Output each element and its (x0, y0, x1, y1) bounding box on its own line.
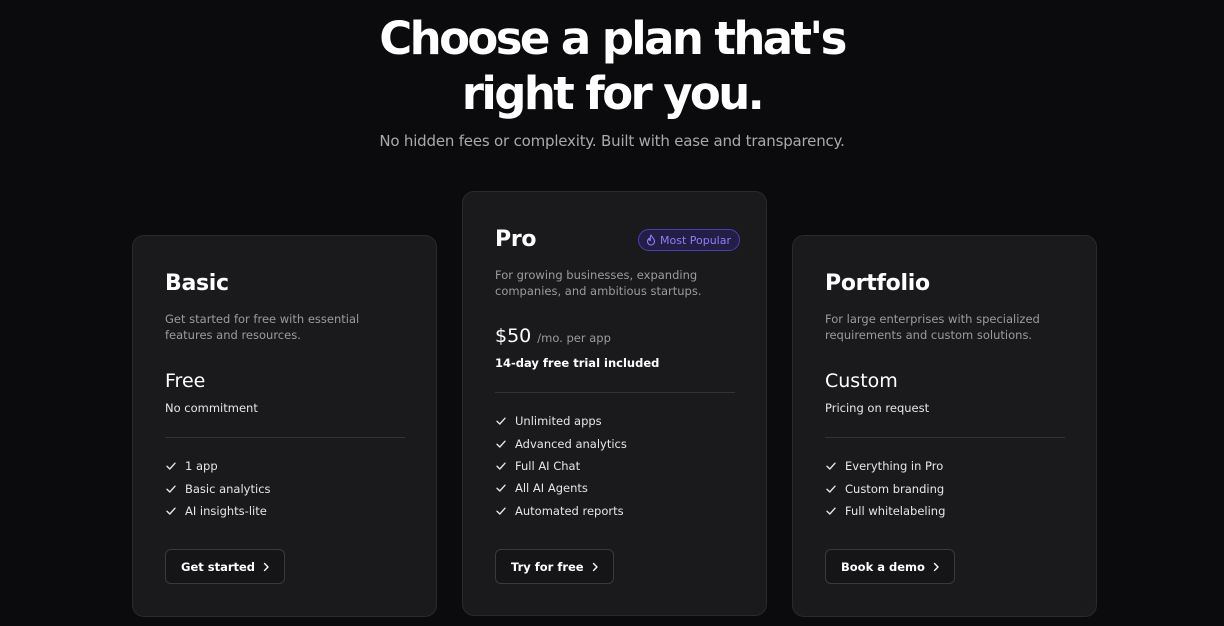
check-icon (165, 460, 177, 472)
feature-item: All AI Agents (495, 477, 627, 499)
feature-item: Advanced analytics (495, 432, 627, 454)
book-a-demo-button[interactable]: Book a demo (825, 549, 955, 584)
feature-label: Everything in Pro (845, 459, 944, 474)
feature-label: Unlimited apps (515, 414, 602, 429)
feature-label: Basic analytics (185, 481, 271, 496)
feature-item: Unlimited apps (495, 410, 627, 432)
feature-label: Advanced analytics (515, 436, 627, 451)
chevron-right-icon (262, 562, 270, 572)
check-icon (495, 438, 507, 450)
page-subtitle: No hidden fees or complexity. Built with… (379, 132, 845, 150)
page-title-line-1: Choose a plan that's (379, 12, 847, 65)
plan-card-basic: Basic Get started for free with essentia… (132, 235, 437, 617)
check-icon (495, 505, 507, 517)
plan-name: Basic (165, 271, 229, 296)
feature-label: Full AI Chat (515, 458, 581, 473)
plan-description: Get started for free with essential feat… (165, 312, 360, 342)
feature-label: Automated reports (515, 503, 624, 518)
plan-description: For large enterprises with specialized r… (825, 312, 1040, 342)
plan-name: Portfolio (825, 271, 930, 296)
pricing-page: Choose a plan that's right for you. No h… (0, 0, 1224, 626)
divider (495, 392, 735, 393)
feature-label: All AI Agents (515, 481, 588, 496)
feature-label: Full whitelabeling (845, 503, 946, 518)
plan-price-note: Pricing on request (825, 401, 930, 415)
feature-list: 1 app Basic analytics AI insights-lite (165, 455, 271, 522)
plan-price: $50 (495, 325, 532, 347)
plan-card-pro: Pro Most Popular For growing businesses,… (462, 191, 767, 616)
try-for-free-button[interactable]: Try for free (495, 549, 614, 584)
feature-item: Basic analytics (165, 477, 271, 499)
feature-item: Full whitelabeling (825, 500, 945, 522)
badge-label: Most Popular (660, 233, 732, 247)
page-title-line-2: right for you. (461, 67, 765, 120)
get-started-button[interactable]: Get started (165, 549, 286, 584)
feature-list: Everything in Pro Custom branding Full w… (825, 455, 945, 522)
divider (165, 437, 405, 438)
feature-label: AI insights-lite (185, 503, 267, 518)
plan-price: Custom (825, 370, 898, 392)
button-label: Get started (181, 559, 256, 574)
plan-price-note: No commitment (165, 401, 258, 415)
plan-price-unit: /mo. per app (537, 331, 611, 345)
feature-list: Unlimited apps Advanced analytics Full A… (495, 410, 627, 522)
button-label: Try for free (511, 559, 584, 574)
page-title: Choose a plan that's right for you. (0, 11, 1224, 121)
feature-item: Automated reports (495, 500, 627, 522)
most-popular-badge: Most Popular (638, 229, 741, 251)
plan-name: Pro (495, 227, 537, 252)
check-icon (495, 482, 507, 494)
divider (825, 437, 1065, 438)
feature-label: 1 app (185, 459, 218, 474)
feature-item: Custom branding (825, 477, 945, 499)
plan-price-note: 14-day free trial included (495, 356, 660, 370)
check-icon (825, 505, 837, 517)
check-icon (825, 460, 837, 472)
check-icon (825, 483, 837, 495)
chevron-right-icon (591, 562, 599, 572)
flame-icon (646, 234, 656, 246)
feature-label: Custom branding (845, 481, 945, 496)
button-label: Book a demo (841, 559, 925, 574)
plan-card-portfolio: Portfolio For large enterprises with spe… (792, 235, 1097, 617)
feature-item: Everything in Pro (825, 455, 945, 477)
feature-item: 1 app (165, 455, 271, 477)
check-icon (165, 505, 177, 517)
feature-item: Full AI Chat (495, 455, 627, 477)
check-icon (165, 483, 177, 495)
plan-price: Free (165, 370, 206, 392)
plan-price-line: $50 /mo. per app (495, 325, 611, 347)
check-icon (495, 415, 507, 427)
chevron-right-icon (932, 562, 940, 572)
check-icon (495, 460, 507, 472)
feature-item: AI insights-lite (165, 500, 271, 522)
plan-description: For growing businesses, expanding compan… (495, 268, 702, 298)
